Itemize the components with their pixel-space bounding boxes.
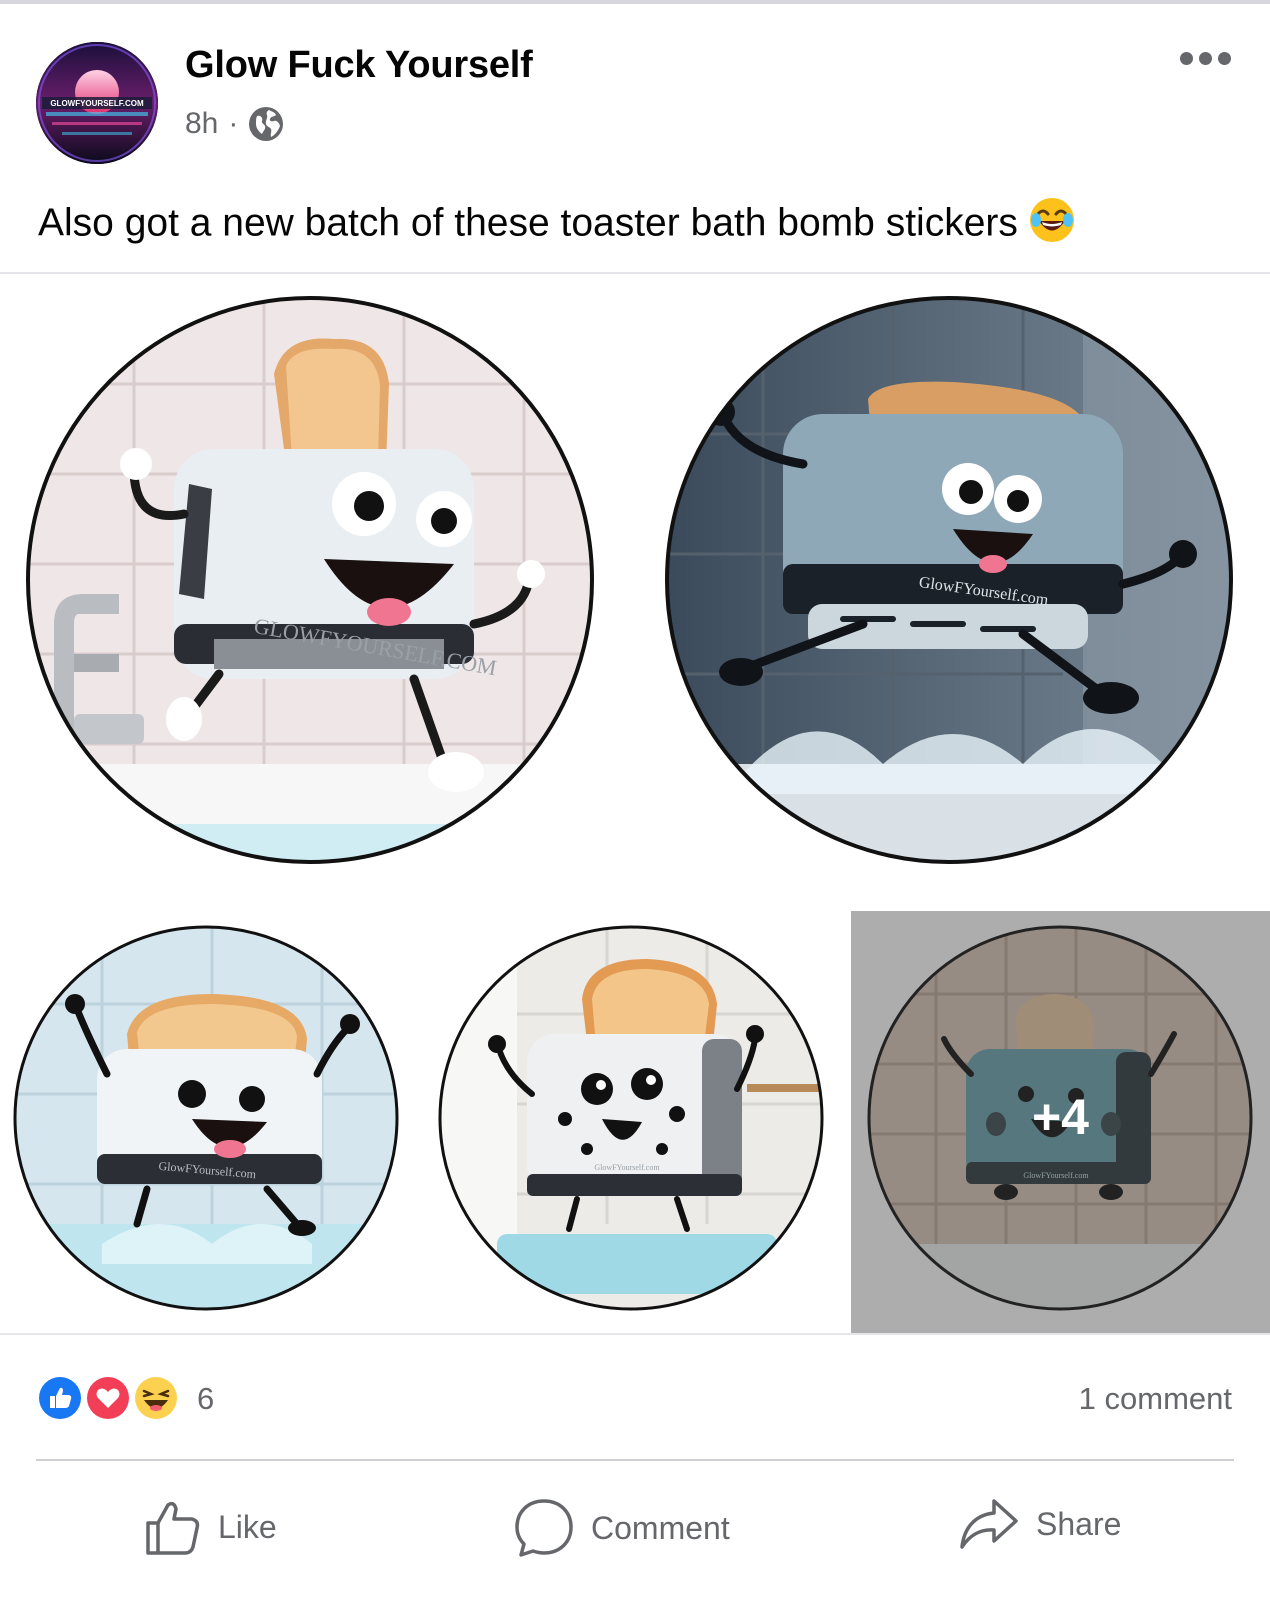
caption-text: Also got a new batch of these toaster ba… <box>38 201 1018 245</box>
more-photos-count[interactable]: +4 <box>851 1088 1270 1146</box>
haha-reaction-icon <box>132 1374 180 1422</box>
photo-grid: GLOWFYOURSELF.COM GlowFYourself.com Glow… <box>0 276 1270 1333</box>
share-arrow-icon <box>960 1499 1018 1549</box>
like-button[interactable]: Like <box>142 1497 277 1557</box>
actions-divider <box>36 1459 1234 1461</box>
page-name[interactable]: Glow Fuck Yourself <box>185 44 533 87</box>
globe-icon <box>249 107 284 141</box>
post-caption: Also got a new batch of these toaster ba… <box>38 196 1076 254</box>
reaction-count[interactable]: 6 <box>197 1381 214 1417</box>
photo-3[interactable]: GlowFYourself.com <box>12 924 400 1312</box>
page-avatar[interactable]: GLOWFYOURSELF.COM <box>36 42 158 164</box>
more-dots-icon[interactable] <box>1180 52 1231 65</box>
photos-divider <box>0 1333 1270 1335</box>
thumbs-up-icon <box>146 1501 200 1555</box>
photo-4-watermark: GlowFYourself.com <box>594 1163 660 1172</box>
comment-bubble-icon <box>515 1499 573 1557</box>
like-label: Like <box>218 1508 277 1545</box>
avatar-logo-text: GLOWFYOURSELF.COM <box>50 99 144 108</box>
comments-count[interactable]: 1 comment <box>1079 1381 1232 1417</box>
share-button[interactable]: Share <box>958 1497 1121 1551</box>
photo-1[interactable]: GLOWFYOURSELF.COM <box>24 294 596 866</box>
photo-4[interactable]: GlowFYourself.com <box>437 924 825 1312</box>
like-reaction-icon <box>36 1374 84 1422</box>
caption-divider <box>0 272 1270 274</box>
post-meta: 8h · <box>185 106 284 142</box>
meta-separator: · <box>228 107 239 140</box>
post-time[interactable]: 8h <box>185 107 218 141</box>
laughing-emoji-icon <box>1028 196 1076 254</box>
love-reaction-icon <box>84 1374 132 1422</box>
comment-label: Comment <box>591 1509 730 1546</box>
photo-2[interactable]: GlowFYourself.com <box>663 294 1235 866</box>
comment-button[interactable]: Comment <box>513 1497 730 1559</box>
top-divider <box>0 0 1270 4</box>
share-label: Share <box>1036 1505 1122 1542</box>
